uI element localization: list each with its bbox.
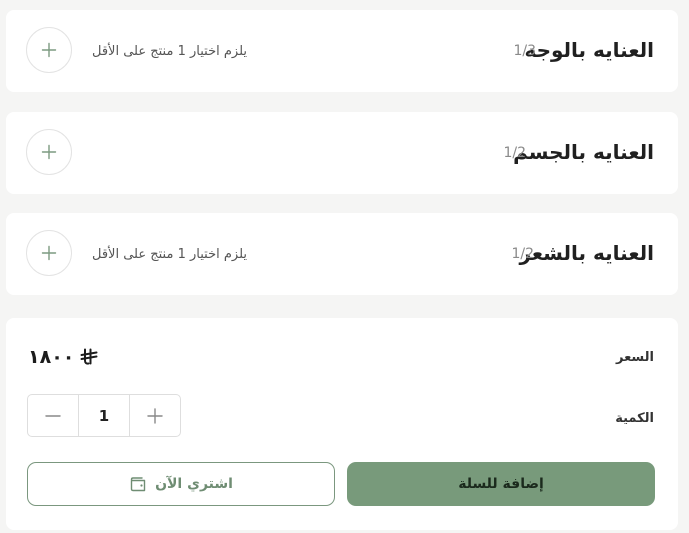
expand-group-button[interactable] xyxy=(26,230,72,276)
expand-group-button[interactable] xyxy=(26,129,72,175)
plus-icon xyxy=(41,245,57,261)
group-selection-count: 1/2 xyxy=(511,246,534,262)
wallet-icon xyxy=(130,477,146,492)
group-selection-count: 1/2 xyxy=(503,145,526,161)
bundle-group-face-care: العنايه بالوجه 1/3 يلزم اختيار 1 منتج عل… xyxy=(6,10,678,92)
price-label: السعر xyxy=(616,350,654,365)
buy-now-button[interactable]: اشتري الآن xyxy=(27,462,335,506)
bundle-group-hair-care: العنايه بالشعر 1/2 يلزم اختيار 1 منتج عل… xyxy=(6,213,678,295)
group-requirement-hint: يلزم اختيار 1 منتج على الأقل xyxy=(92,247,248,262)
group-requirement-hint: يلزم اختيار 1 منتج على الأقل xyxy=(92,44,248,59)
group-title: العنايه بالوجه xyxy=(524,38,654,62)
quantity-label: الكمية xyxy=(615,411,654,426)
bundle-group-body-care: العنايه بالجسم 1/2 xyxy=(6,112,678,194)
saudi-riyal-icon xyxy=(80,348,98,365)
add-to-cart-label: إضافة للسلة xyxy=(458,476,544,492)
add-to-cart-button[interactable]: إضافة للسلة xyxy=(347,462,655,506)
group-selection-count: 1/3 xyxy=(513,43,536,59)
quantity-stepper: 1 xyxy=(27,394,181,437)
plus-icon xyxy=(41,42,57,58)
minus-icon xyxy=(45,414,61,417)
price-display: ١٨٠٠ xyxy=(28,346,98,368)
decrease-quantity-button[interactable] xyxy=(28,395,78,436)
quantity-value[interactable]: 1 xyxy=(78,395,130,436)
group-title: العنايه بالشعر xyxy=(519,241,654,265)
expand-group-button[interactable] xyxy=(26,27,72,73)
price-amount: ١٨٠٠ xyxy=(28,346,75,368)
purchase-summary: السعر ١٨٠٠ الكمية 1 اشتري الآن إضافة للس… xyxy=(6,318,678,530)
increase-quantity-button[interactable] xyxy=(130,395,180,436)
plus-icon xyxy=(41,144,57,160)
group-title: العنايه بالجسم xyxy=(513,140,654,164)
buy-now-label: اشتري الآن xyxy=(155,476,233,492)
plus-icon xyxy=(147,407,163,424)
